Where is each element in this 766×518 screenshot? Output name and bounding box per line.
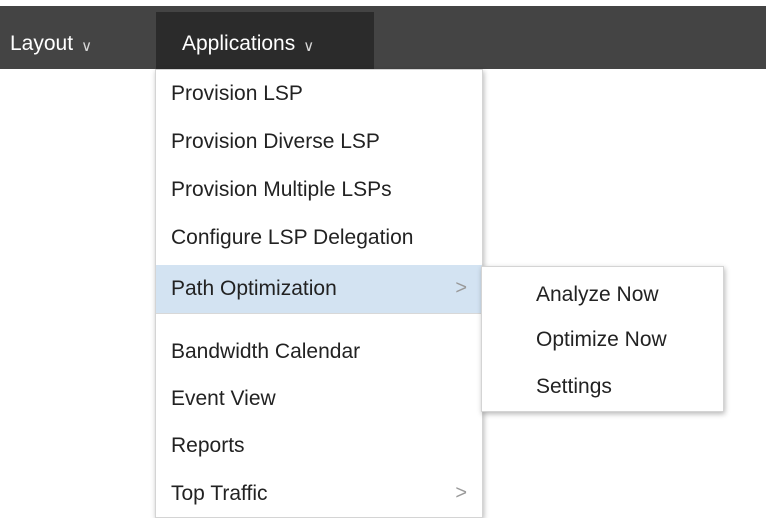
chevron-down-icon: ∨	[303, 37, 315, 55]
chevron-right-icon: >	[455, 482, 467, 504]
menu-item-configure-lsp-delegation[interactable]: Configure LSP Delegation	[156, 214, 482, 262]
submenu-item-settings[interactable]: Settings	[482, 364, 723, 410]
top-menubar: Layout ∨ Applications ∨	[0, 0, 766, 75]
menu-item-label: Bandwidth Calendar	[171, 340, 361, 363]
menu-item-provision-diverse-lsp[interactable]: Provision Diverse LSP	[156, 118, 482, 166]
menu-item-label: Configure LSP Delegation	[171, 226, 414, 249]
menu-item-label: Path Optimization	[171, 277, 337, 300]
applications-dropdown: Provision LSP Provision Diverse LSP Prov…	[155, 69, 483, 518]
menu-item-label: Reports	[171, 434, 245, 457]
menu-item-path-optimization[interactable]: Path Optimization >	[156, 265, 482, 313]
menu-item-label: Provision Multiple LSPs	[171, 178, 392, 201]
submenu-item-label: Optimize Now	[536, 328, 667, 351]
chevron-down-icon: ∨	[81, 37, 93, 55]
submenu-item-label: Analyze Now	[536, 283, 659, 306]
chevron-right-icon: >	[455, 277, 467, 299]
submenu-item-optimize-now[interactable]: Optimize Now	[482, 317, 723, 363]
menu-item-top-traffic[interactable]: Top Traffic >	[156, 470, 482, 518]
menu-separator	[156, 313, 482, 314]
menu-item-label: Provision Diverse LSP	[171, 130, 380, 153]
menu-item-provision-multiple-lsps[interactable]: Provision Multiple LSPs	[156, 166, 482, 214]
submenu-item-label: Settings	[536, 375, 612, 398]
menu-item-label: Provision LSP	[171, 82, 303, 105]
submenu-item-analyze-now[interactable]: Analyze Now	[482, 272, 723, 318]
applications-menu[interactable]: Applications ∨	[156, 12, 374, 75]
menu-item-label: Top Traffic	[171, 482, 268, 505]
menu-item-provision-lsp[interactable]: Provision LSP	[156, 70, 482, 118]
layout-menu[interactable]: Layout ∨	[0, 12, 156, 75]
applications-menu-label: Applications	[182, 31, 296, 55]
path-optimization-submenu: Analyze Now Optimize Now Settings	[481, 266, 724, 412]
menu-item-reports[interactable]: Reports	[156, 422, 482, 470]
menu-item-event-view[interactable]: Event View	[156, 375, 482, 423]
layout-menu-label: Layout	[10, 31, 74, 55]
menu-item-label: Event View	[171, 387, 276, 410]
menu-item-bandwidth-calendar[interactable]: Bandwidth Calendar	[156, 328, 482, 376]
